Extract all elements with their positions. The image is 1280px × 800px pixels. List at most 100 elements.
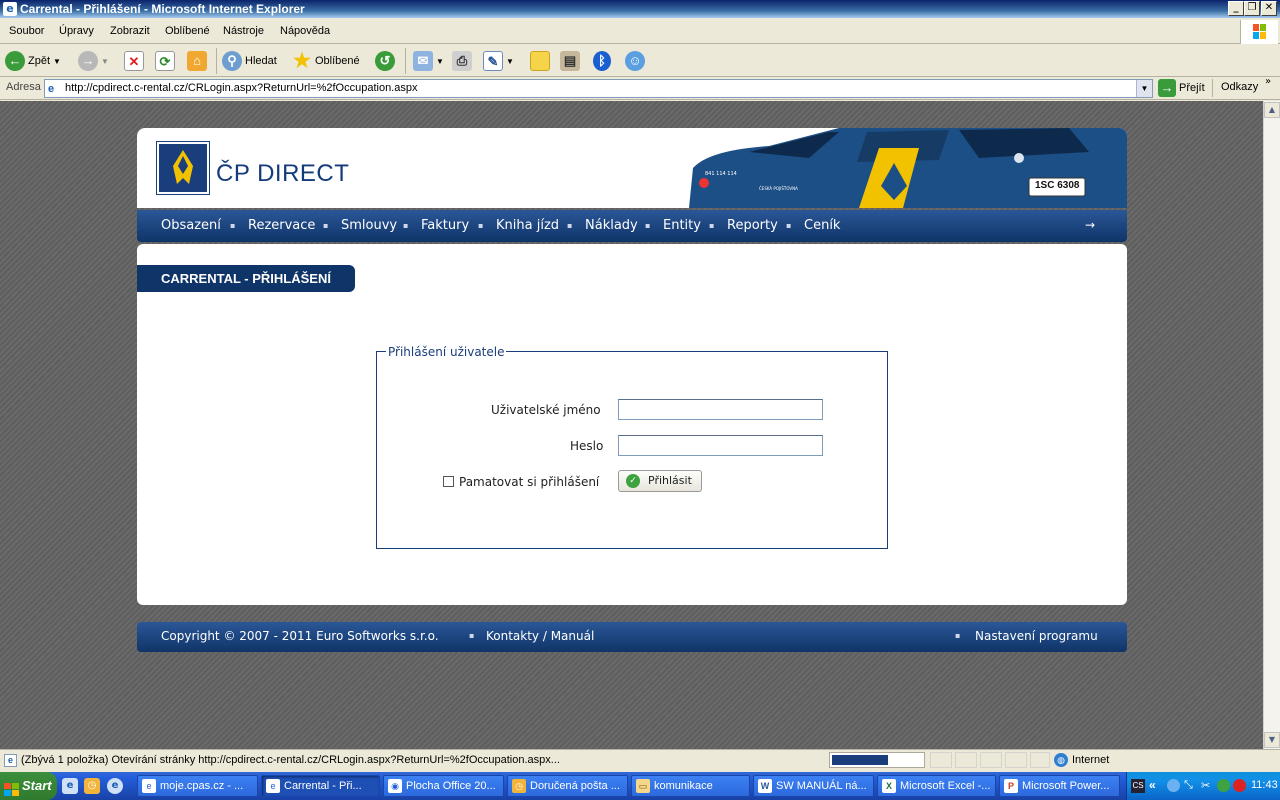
menu-oblibene[interactable]: Oblíbené [165, 25, 210, 37]
chevron-right-icon[interactable]: » [1265, 76, 1271, 87]
stop-button[interactable]: ✕ [124, 49, 144, 73]
password-input[interactable] [618, 435, 823, 456]
car-insurer-text: ČESKÁ POJIŠŤOVNA [759, 186, 798, 191]
menu-zobrazit[interactable]: Zobrazit [110, 25, 150, 37]
tools-icon[interactable]: ✂ [1201, 779, 1210, 792]
home-button[interactable]: ⌂ [187, 49, 207, 73]
go-button[interactable]: → Přejít [1158, 78, 1205, 98]
username-input[interactable] [618, 399, 823, 420]
chevron-down-icon: ▼ [506, 56, 514, 66]
task-carrental[interactable]: e Carrental - Při... [261, 775, 380, 797]
menu-upravy[interactable]: Úpravy [59, 25, 94, 37]
bluetooth-button[interactable]: ᛒ [593, 49, 611, 73]
minimize-button[interactable]: _ [1228, 1, 1244, 16]
forward-arrow-icon: → [78, 51, 98, 71]
task-dorucena-posta[interactable]: ◷ Doručená pošta ... [507, 775, 628, 797]
task-label: Carrental - Při... [284, 780, 362, 792]
chevron-down-icon: ▼ [101, 56, 109, 66]
discuss-button[interactable] [530, 49, 550, 73]
quicklaunch-ie-icon[interactable]: e [107, 778, 123, 794]
back-button[interactable]: ← Zpět ▼ [5, 49, 61, 73]
remember-label[interactable]: Pamatovat si přihlášení [459, 475, 599, 489]
task-moje-cpas[interactable]: e moje.cpas.cz - ... [137, 775, 258, 797]
wifi-icon[interactable] [1217, 779, 1230, 792]
address-input[interactable]: e http://cpdirect.c-rental.cz/CRLogin.as… [44, 79, 1153, 98]
address-dropdown-icon[interactable]: ▼ [1136, 80, 1152, 97]
research-button[interactable]: ▤ [560, 49, 580, 73]
task-label: Doručená pošta ... [530, 780, 620, 792]
windows-flag-icon [4, 779, 19, 796]
login-button[interactable]: ✓ Přihlásit [618, 470, 702, 492]
back-arrow-icon: ← [5, 51, 25, 71]
nav-faktury[interactable]: Faktury [421, 218, 469, 233]
note-icon [530, 51, 550, 71]
progress-bar [829, 752, 925, 768]
favorites-button[interactable]: ★ Oblíbené [292, 49, 360, 73]
contacts-link[interactable]: Kontakty / Manuál [486, 629, 594, 643]
nav-reporty[interactable]: Reporty [727, 218, 778, 233]
nav-naklady[interactable]: Náklady [585, 218, 638, 233]
antivirus-icon[interactable] [1233, 779, 1246, 792]
nav-kniha-jizd[interactable]: Kniha jízd [496, 218, 559, 233]
car-image: 1SC 6308 841 114 114 ČESKÁ POJIŠŤOVNA [689, 128, 1127, 208]
nav-obsazeni[interactable]: Obsazení [161, 218, 221, 233]
task-sw-manual[interactable]: W SW MANUÁL ná... [753, 775, 874, 797]
ie-icon: e [3, 2, 17, 16]
zone-label: Internet [1072, 754, 1110, 766]
address-label: Adresa [6, 81, 41, 93]
maximize-button[interactable]: ❐ [1244, 1, 1260, 16]
cs-tray-icon[interactable]: CS [1131, 779, 1145, 793]
edit-button[interactable]: ✎ ▼ [483, 49, 514, 73]
menu-napoveda[interactable]: Nápověda [280, 25, 330, 37]
nav-arrow-icon[interactable]: → [1085, 218, 1095, 232]
page-viewport: ČP DIRECT 1SC 6308 841 114 114 ČESKÁ POJ… [0, 101, 1263, 749]
nav-smlouvy[interactable]: Smlouvy [341, 218, 397, 233]
footer-separator: ▪ [469, 631, 475, 640]
search-icon: ⚲ [222, 51, 242, 71]
mail-button[interactable]: ✉ ▼ [413, 49, 444, 73]
vertical-scrollbar[interactable] [1263, 101, 1280, 749]
ie-icon: e [266, 779, 280, 793]
messenger-button[interactable]: ☺ [625, 49, 645, 73]
scroll-down-icon[interactable]: ▼ [1264, 732, 1280, 748]
network-icon[interactable] [1167, 779, 1180, 792]
outlook-icon: ◷ [512, 779, 526, 793]
nav-cenik[interactable]: Ceník [804, 218, 840, 233]
cursor-icon[interactable]: ⤡ [1184, 779, 1193, 792]
book-icon: ▤ [560, 51, 580, 71]
remember-checkbox[interactable] [443, 476, 454, 487]
links-label[interactable]: Odkazy [1221, 81, 1258, 93]
task-komunikace[interactable]: ▭ komunikace [631, 775, 750, 797]
nav-entity[interactable]: Entity [663, 218, 701, 233]
nav-separator: ▪ [567, 221, 573, 230]
back-label: Zpět [28, 55, 51, 67]
start-button[interactable]: Start [0, 772, 57, 800]
site-footer: Copyright © 2007 - 2011 Euro Softworks s… [137, 622, 1127, 652]
login-legend: Přihlášení uživatele [386, 345, 507, 359]
status-text: (Zbývá 1 položka) Otevírání stránky http… [21, 754, 560, 766]
toolbar-separator [405, 48, 406, 74]
settings-link[interactable]: Nastavení programu [975, 629, 1098, 643]
refresh-button[interactable]: ⟳ [155, 49, 175, 73]
menu-nastroje[interactable]: Nástroje [223, 25, 264, 37]
task-powerpoint[interactable]: P Microsoft Power... [999, 775, 1120, 797]
quicklaunch-ie-icon[interactable]: e [62, 778, 78, 794]
menu-soubor[interactable]: Soubor [9, 25, 44, 37]
star-icon: ★ [293, 50, 311, 72]
quicklaunch-outlook-icon[interactable]: ◷ [84, 778, 100, 794]
powerpoint-icon: P [1004, 779, 1018, 793]
task-plocha-office[interactable]: ◉ Plocha Office 20... [383, 775, 504, 797]
search-button[interactable]: ⚲ Hledat [222, 49, 277, 73]
print-button[interactable]: ⎙ [452, 49, 472, 73]
nav-rezervace[interactable]: Rezervace [248, 218, 315, 233]
brand-name: ČP DIRECT [216, 160, 350, 187]
clock: 11:43 [1251, 779, 1278, 791]
history-button[interactable]: ↺ [375, 49, 395, 73]
address-separator [1212, 79, 1213, 97]
forward-button[interactable]: → ▼ [78, 49, 109, 73]
footer-separator: ▪ [955, 631, 961, 640]
task-excel[interactable]: X Microsoft Excel -... [877, 775, 996, 797]
close-button[interactable]: ✕ [1261, 1, 1277, 16]
scroll-up-icon[interactable]: ▲ [1264, 102, 1280, 118]
tray-expand-icon[interactable]: « [1149, 778, 1156, 792]
